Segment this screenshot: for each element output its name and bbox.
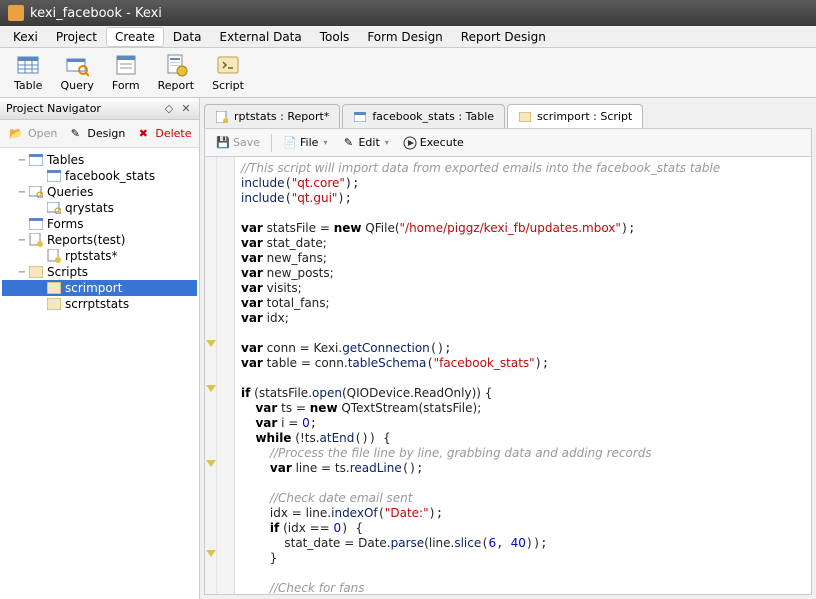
- marker-gutter: [205, 157, 217, 594]
- panel-detach-icon[interactable]: ◇: [162, 102, 176, 116]
- table-icon: [353, 110, 367, 124]
- tree-reports[interactable]: −Reports(test): [2, 232, 197, 248]
- tabbar: rptstats : Report* facebook_stats : Tabl…: [200, 102, 816, 128]
- script-icon: [518, 110, 532, 124]
- toolbar-report[interactable]: Report: [152, 51, 200, 94]
- open-button[interactable]: 📂Open: [4, 124, 61, 144]
- tree-scripts[interactable]: −Scripts: [2, 264, 197, 280]
- edit-icon: ✎: [341, 136, 355, 150]
- menu-data[interactable]: Data: [164, 27, 211, 47]
- line-gutter: [217, 157, 235, 594]
- tree-item-rptstats[interactable]: rptstats*: [2, 248, 197, 264]
- execute-icon: [403, 136, 417, 150]
- tree-forms[interactable]: Forms: [2, 216, 197, 232]
- script-icon: [28, 265, 44, 279]
- menubar: Kexi Project Create Data External Data T…: [0, 26, 816, 48]
- menu-create[interactable]: Create: [106, 27, 164, 47]
- save-button[interactable]: 💾Save: [211, 133, 265, 153]
- report-icon: [28, 233, 44, 247]
- panel-header: Project Navigator ◇ ✕: [0, 98, 199, 120]
- window-title: kexi_facebook - Kexi: [30, 6, 162, 21]
- toolbar: Table Query Form Report Script: [0, 48, 816, 98]
- tree-item-facebook-stats[interactable]: facebook_stats: [2, 168, 197, 184]
- table-icon: [16, 53, 40, 77]
- script-icon: [46, 297, 62, 311]
- script-icon: [46, 281, 62, 295]
- toolbar-query[interactable]: Query: [54, 51, 99, 94]
- toolbar-form[interactable]: Form: [106, 51, 146, 94]
- tree-item-scrrptstats[interactable]: scrrptstats: [2, 296, 197, 312]
- design-button[interactable]: ✎Design: [63, 124, 129, 144]
- menu-project[interactable]: Project: [47, 27, 106, 47]
- query-icon: [28, 185, 44, 199]
- report-icon: [46, 249, 62, 263]
- project-navigator-panel: Project Navigator ◇ ✕ 📂Open ✎Design ✖Del…: [0, 98, 200, 599]
- tree-tables[interactable]: −Tables: [2, 152, 197, 168]
- file-menu[interactable]: 📄File: [278, 133, 332, 153]
- form-icon: [114, 53, 138, 77]
- tree-queries[interactable]: −Queries: [2, 184, 197, 200]
- script-icon: [216, 53, 240, 77]
- execute-button[interactable]: Execute: [398, 133, 469, 153]
- project-tree[interactable]: −Tables facebook_stats −Queries qrystats…: [0, 148, 199, 599]
- menu-kexi[interactable]: Kexi: [4, 27, 47, 47]
- menu-external-data[interactable]: External Data: [210, 27, 310, 47]
- report-icon: [164, 53, 188, 77]
- report-icon: [215, 110, 229, 124]
- delete-icon: ✖: [135, 126, 151, 142]
- code-editor[interactable]: //This script will import data from expo…: [204, 156, 812, 595]
- panel-title: Project Navigator: [6, 102, 101, 115]
- tree-item-scrimport[interactable]: scrimport: [2, 280, 197, 296]
- file-icon: 📄: [283, 136, 297, 150]
- tab-scrimport[interactable]: scrimport : Script: [507, 104, 643, 128]
- window-titlebar: kexi_facebook - Kexi: [0, 0, 816, 26]
- tree-item-qrystats[interactable]: qrystats: [2, 200, 197, 216]
- query-icon: [65, 53, 89, 77]
- panel-close-icon[interactable]: ✕: [179, 102, 193, 116]
- design-icon: ✎: [67, 126, 83, 142]
- menu-tools[interactable]: Tools: [311, 27, 359, 47]
- app-icon: [8, 5, 24, 21]
- tab-rptstats[interactable]: rptstats : Report*: [204, 104, 340, 128]
- tab-facebook-stats[interactable]: facebook_stats : Table: [342, 104, 505, 128]
- toolbar-script[interactable]: Script: [206, 51, 250, 94]
- code-area[interactable]: //This script will import data from expo…: [235, 157, 811, 594]
- delete-button[interactable]: ✖Delete: [131, 124, 195, 144]
- open-icon: 📂: [8, 126, 24, 142]
- query-icon: [46, 201, 62, 215]
- form-icon: [28, 217, 44, 231]
- edit-menu[interactable]: ✎Edit: [336, 133, 393, 153]
- table-icon: [28, 153, 44, 167]
- menu-report-design[interactable]: Report Design: [452, 27, 555, 47]
- editor-toolbar: 💾Save 📄File ✎Edit Execute: [204, 128, 812, 156]
- menu-form-design[interactable]: Form Design: [358, 27, 451, 47]
- toolbar-table[interactable]: Table: [8, 51, 48, 94]
- table-icon: [46, 169, 62, 183]
- panel-tools: 📂Open ✎Design ✖Delete: [0, 120, 199, 148]
- save-icon: 💾: [216, 136, 230, 150]
